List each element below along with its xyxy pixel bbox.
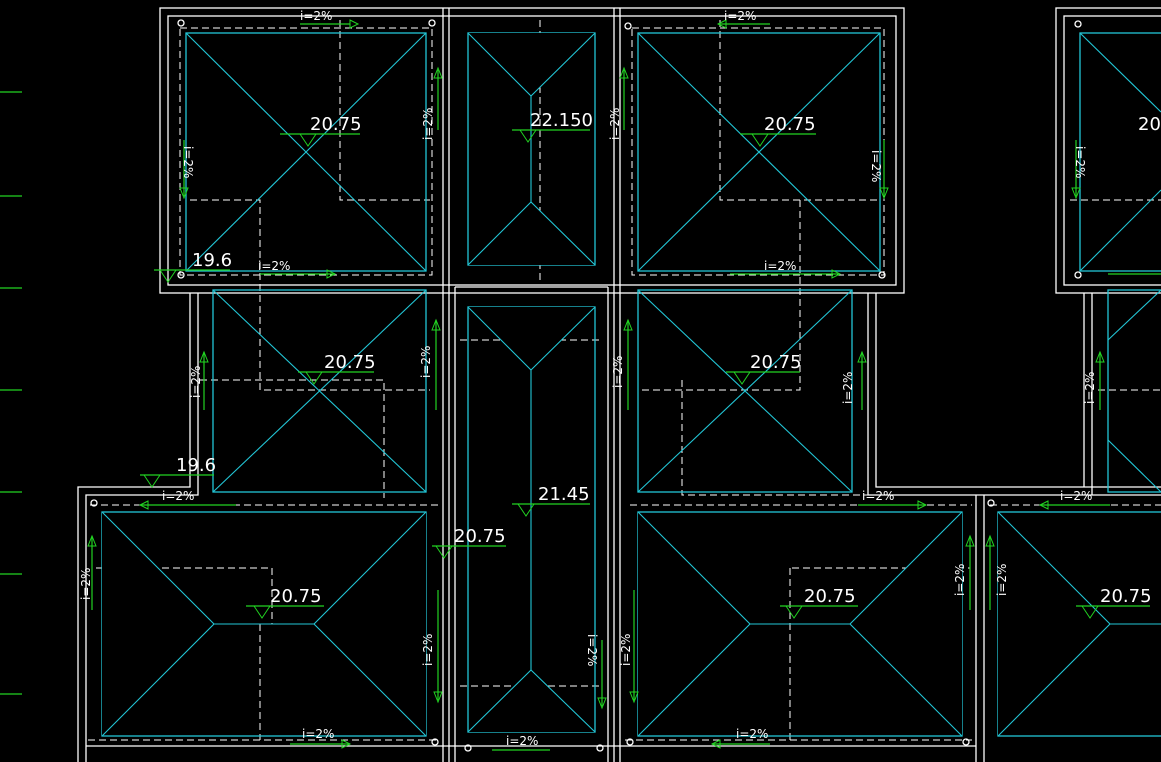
elevation-label: 20.75 bbox=[310, 114, 362, 135]
elevation-marker-icon bbox=[140, 474, 214, 488]
arrow-icon bbox=[857, 350, 867, 410]
slope-label: i=2% bbox=[419, 346, 433, 378]
elevation-label: 22.150 bbox=[530, 110, 593, 131]
slope-label: i=2% bbox=[619, 634, 633, 666]
elevation-marker-icon bbox=[246, 605, 324, 619]
slope-label: i=2% bbox=[421, 108, 435, 140]
slope-label: i=2% bbox=[585, 634, 599, 666]
slope-label: i=2% bbox=[862, 489, 894, 503]
roof-plane bbox=[1079, 32, 1161, 272]
slope-label: i=2% bbox=[506, 734, 538, 748]
elevation-label: 20.75 bbox=[270, 586, 322, 607]
slope-label: i=2% bbox=[764, 259, 796, 273]
roof-plan-drawing: 20.75 22.150 20.75 20 19.6 20.75 20.75 1… bbox=[0, 0, 1161, 762]
elevation-label: 19.6 bbox=[176, 455, 216, 476]
arrow-icon bbox=[433, 590, 443, 704]
arrow-icon bbox=[965, 534, 975, 610]
slope-label: i=2% bbox=[79, 568, 93, 600]
slope-label: i=2% bbox=[724, 9, 756, 23]
slope-label: i=2% bbox=[953, 564, 967, 596]
elevation-label: 21.45 bbox=[538, 484, 590, 505]
slope-label: i=2% bbox=[421, 634, 435, 666]
slope-label: i=2% bbox=[181, 146, 195, 178]
slope-label: i=2% bbox=[300, 9, 332, 23]
elevation-marker-icon bbox=[298, 371, 374, 385]
slope-label: i=2% bbox=[995, 564, 1009, 596]
elevation-marker-icon bbox=[512, 129, 590, 143]
elevation-marker-icon bbox=[280, 133, 360, 147]
elevation-label: 20.75 bbox=[454, 526, 506, 547]
elevation-marker-icon bbox=[154, 269, 230, 283]
slope-label: i=2% bbox=[611, 356, 625, 388]
slope-label: i=2% bbox=[302, 727, 334, 741]
slope-label: i=2% bbox=[869, 150, 883, 182]
margin-ticks bbox=[0, 91, 22, 695]
elevation-marker-icon bbox=[512, 503, 590, 517]
arrow-icon bbox=[431, 318, 441, 410]
slope-label: i=2% bbox=[189, 366, 203, 398]
elevation-label: 20 bbox=[1138, 114, 1161, 135]
elevation-label: 19.6 bbox=[192, 250, 232, 271]
slope-label: i=2% bbox=[1073, 146, 1087, 178]
arrow-icon bbox=[623, 318, 633, 410]
roof-plane bbox=[1107, 289, 1161, 493]
elevation-label: 20.75 bbox=[750, 352, 802, 373]
slope-label: i=2% bbox=[258, 259, 290, 273]
slope-label: i=2% bbox=[1083, 372, 1097, 404]
slope-label: i=2% bbox=[608, 108, 622, 140]
slope-label: i=2% bbox=[736, 727, 768, 741]
arrow-icon bbox=[290, 739, 352, 749]
arrow-icon bbox=[1095, 350, 1105, 410]
arrow-icon bbox=[710, 739, 770, 749]
slope-label: i=2% bbox=[162, 489, 194, 503]
elevation-label: 20.75 bbox=[324, 352, 376, 373]
slope-label: i=2% bbox=[841, 372, 855, 404]
slope-label: i=2% bbox=[1060, 489, 1092, 503]
elevation-label: 20.75 bbox=[764, 114, 816, 135]
arrow-icon bbox=[985, 534, 995, 610]
ridge-lines bbox=[101, 32, 1161, 737]
arrow-icon bbox=[433, 66, 443, 130]
elevation-marker-icon bbox=[780, 605, 858, 619]
elevation-label: 20.75 bbox=[1100, 586, 1152, 607]
elevation-label: 20.75 bbox=[804, 586, 856, 607]
